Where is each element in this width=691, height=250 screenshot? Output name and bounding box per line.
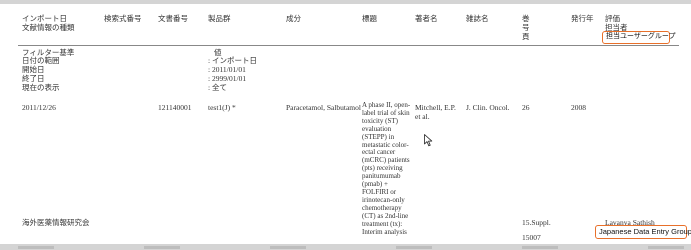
header-journal: 雑誌名 bbox=[466, 14, 489, 23]
record-ingredient: Paracetamol, Salbutamol bbox=[286, 103, 361, 112]
page-top-edge bbox=[0, 0, 691, 4]
header-year: 発行年 bbox=[571, 14, 594, 23]
header-rule bbox=[18, 45, 679, 46]
report-page: インポート日 文献情報の種類 検索式番号 文書番号 製品群 成分 標題 著者名 … bbox=[0, 0, 691, 250]
filter-view-label: 現在の表示 bbox=[22, 83, 60, 92]
header-product-group: 製品群 bbox=[208, 14, 231, 23]
owner-group-header-highlight: 担当ユーザーグループ bbox=[602, 31, 676, 44]
record-import-date: 2011/12/26 bbox=[22, 103, 56, 112]
record-year: 2008 bbox=[571, 103, 586, 112]
record-issue: 15.Suppl. bbox=[522, 218, 551, 227]
header-pages: 頁 bbox=[522, 32, 530, 41]
filter-view-value: : 全て bbox=[208, 83, 227, 92]
record-doc-no: 121140001 bbox=[158, 103, 192, 112]
header-title: 標題 bbox=[362, 14, 377, 23]
header-doc-type: 文献情報の種類 bbox=[22, 23, 75, 32]
next-row-ghost bbox=[18, 245, 684, 250]
record-journal: J. Clin. Oncol. bbox=[466, 103, 510, 112]
owner-group-value-highlight: Japanese Data Entry Group bbox=[595, 225, 691, 239]
mouse-pointer-icon bbox=[424, 134, 433, 147]
header-owner-group: 担当ユーザーグループ bbox=[606, 33, 676, 40]
record-product-group: test1(J) * bbox=[208, 103, 236, 112]
record-title: A phase II, open-label trial of skin tox… bbox=[362, 101, 411, 236]
record-authors: Mitchell, E.P. et al. bbox=[415, 103, 456, 121]
record-pages: 15007 bbox=[522, 233, 541, 242]
header-hash-no: 検索式番号 bbox=[104, 14, 142, 23]
header-authors: 著者名 bbox=[415, 14, 438, 23]
record-volume: 26 bbox=[522, 103, 530, 112]
header-doc-no: 文書番号 bbox=[158, 14, 188, 23]
record-doc-type: 海外医薬情報研究会 bbox=[22, 218, 90, 227]
header-ingredient: 成分 bbox=[286, 14, 301, 23]
record-owner-group: Japanese Data Entry Group bbox=[599, 227, 691, 236]
